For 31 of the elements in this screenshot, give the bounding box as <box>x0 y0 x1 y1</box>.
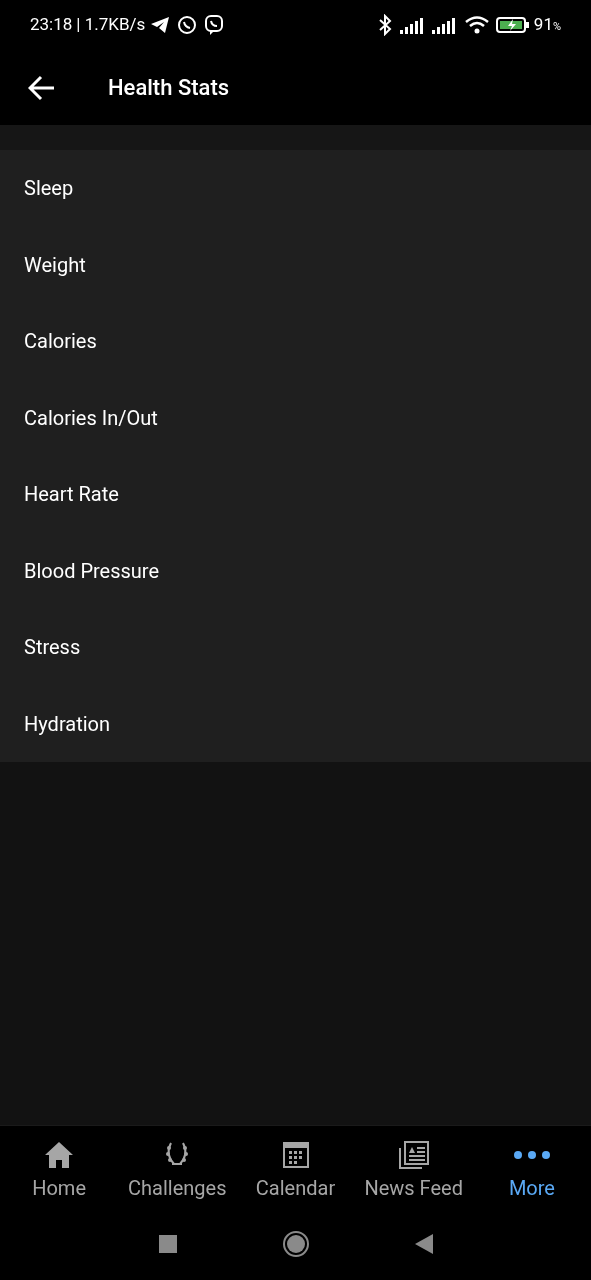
health-stat-item[interactable]: Blood Pressure <box>0 532 591 609</box>
bluetooth-icon <box>377 14 392 36</box>
health-stat-item[interactable]: Heart Rate <box>0 456 591 533</box>
nav-tab[interactable]: Home <box>0 1126 119 1215</box>
signal-icon <box>399 16 426 34</box>
back-arrow-icon <box>28 74 56 101</box>
nav-tab[interactable]: Calendar <box>236 1126 355 1215</box>
health-stat-item[interactable]: Calories <box>0 303 591 380</box>
wifi-icon <box>463 15 490 35</box>
recents-icon[interactable] <box>157 1233 178 1254</box>
battery-percent: 91 <box>533 13 553 37</box>
percent-sign: % <box>552 19 561 35</box>
health-stat-item[interactable]: Stress <box>0 609 591 686</box>
back-triangle-icon[interactable] <box>413 1232 434 1255</box>
health-stat-item[interactable]: Calories In/Out <box>0 379 591 456</box>
nav-tab[interactable]: More <box>472 1126 591 1215</box>
home-icon <box>44 1141 75 1169</box>
home-circle-icon[interactable] <box>281 1229 310 1258</box>
health-stat-item[interactable]: Hydration <box>0 685 591 762</box>
nav-tab[interactable]: News Feed <box>354 1126 473 1215</box>
status-time: 23:18 <box>30 13 73 37</box>
newspaper-icon <box>397 1140 430 1170</box>
screen-title: Health Stats <box>108 74 230 102</box>
health-stat-item[interactable]: Sleep <box>0 150 591 227</box>
health-stat-item[interactable]: Weight <box>0 226 591 303</box>
more-dots-icon <box>512 1149 551 1161</box>
calendar-icon <box>281 1141 310 1169</box>
network-speed: | 1.7KB/s <box>76 13 146 37</box>
nav-tab[interactable]: Challenges <box>118 1126 237 1215</box>
battery-icon <box>495 16 530 34</box>
signal-icon <box>431 16 458 34</box>
